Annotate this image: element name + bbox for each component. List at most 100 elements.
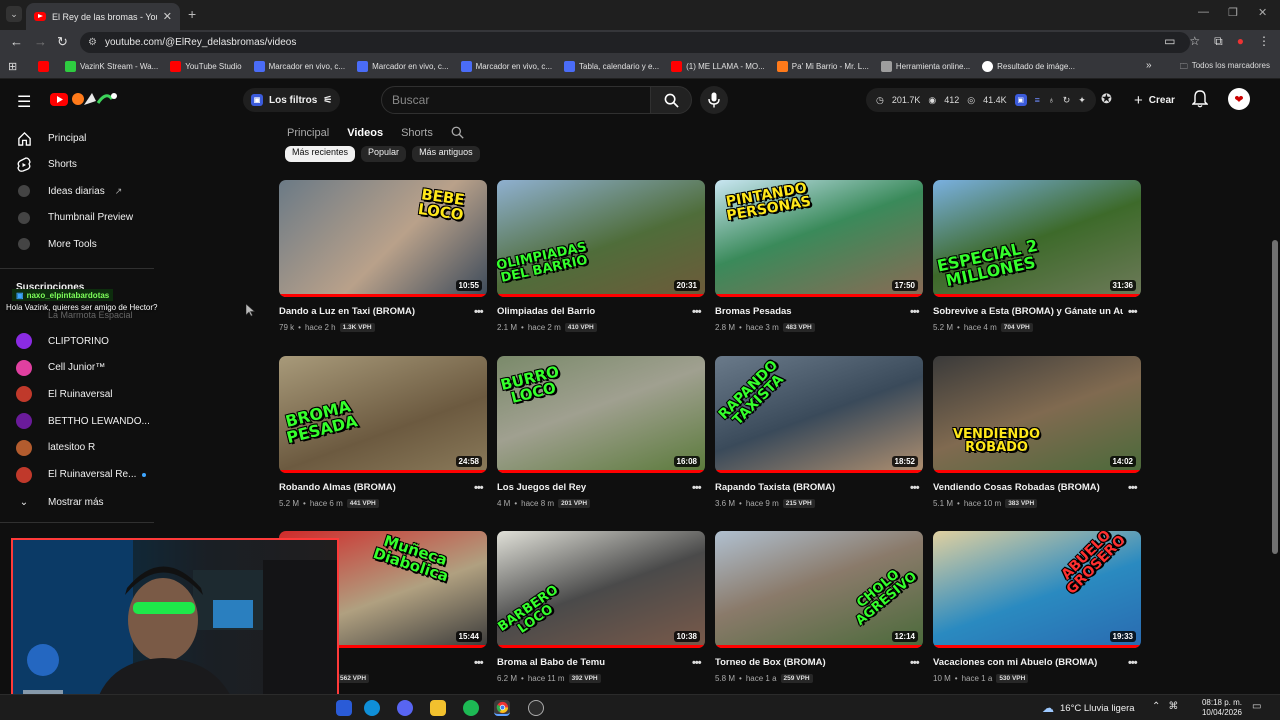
sidebar-item-thumbnail-preview[interactable]: Thumbnail Preview	[0, 205, 154, 231]
video-card[interactable]: VENDIENDO ROBADO 14:02 Vendiendo Cosas Rob…	[933, 355, 1141, 516]
video-options-icon[interactable]: •••	[1128, 482, 1138, 494]
bookmark-item[interactable]: Marcador en vivo, c...	[253, 60, 345, 72]
sidebar-item-ideas-diarias[interactable]: Ideas diarias ↗	[0, 178, 154, 204]
bookmark-item[interactable]: YouTube Studio	[170, 60, 242, 72]
studio-tool-icon[interactable]: ✪	[1101, 91, 1112, 107]
site-info-icon[interactable]: ⚙	[88, 37, 97, 48]
video-thumbnail[interactable]: RAPANDO TAXISTA 18:52	[715, 355, 923, 473]
bulb-icon[interactable]: ♁	[1048, 95, 1055, 105]
bookmark-item[interactable]: Marcador en vivo, c...	[460, 60, 552, 72]
sidebar-item-principal[interactable]: Principal	[0, 125, 154, 151]
tray-chevron-icon[interactable]: ⌃	[1152, 701, 1160, 712]
video-thumbnail[interactable]: ESPECIAL 2 MILLONES 31:36	[933, 180, 1141, 297]
video-title[interactable]: Vendiendo Cosas Robadas (BROMA)	[933, 482, 1123, 493]
video-options-icon[interactable]: •••	[910, 482, 920, 494]
refresh-icon[interactable]: ↻	[1063, 95, 1071, 106]
bookmark-item[interactable]	[38, 60, 53, 72]
address-bar[interactable]: ⚙ youtube.com/@ElRey_delasbromas/videos	[80, 32, 1190, 53]
video-options-icon[interactable]: •••	[474, 306, 484, 318]
video-thumbnail[interactable]: OLIMPIADAS DEL BARRIO 20:31	[497, 180, 705, 297]
network-icon[interactable]: ⌘	[1168, 701, 1178, 712]
spotify-icon[interactable]	[463, 700, 479, 716]
all-bookmarks-folder[interactable]: 🗀 Todos los marcadores	[1180, 61, 1270, 75]
tab-search-button[interactable]: ⌄	[6, 6, 22, 22]
new-tab-button[interactable]: +	[188, 6, 196, 22]
video-thumbnail[interactable]: PINTANDO PERSONAS 17:50	[715, 180, 923, 297]
video-title[interactable]: Olimpiadas del Barrio	[497, 306, 687, 317]
filters-button[interactable]: ▣ Los filtros ⚟	[243, 88, 341, 112]
weather-widget[interactable]: ☁ 16°C Lluvia ligera	[1042, 701, 1135, 715]
video-thumbnail[interactable]: CHOLO AGRESIVO 12:14	[715, 531, 923, 648]
bookmark-item[interactable]: VazinK Stream - Wa...	[65, 60, 158, 72]
video-title[interactable]: Sobrevive a Esta (BROMA) y Gánate un Aut…	[933, 306, 1123, 317]
video-thumbnail[interactable]: BURRO LOCO 16:08	[497, 355, 705, 473]
bookmark-item[interactable]: (1) ME LLAMA - MO...	[671, 60, 765, 72]
close-tab-icon[interactable]: ✕	[163, 10, 172, 23]
video-card[interactable]: BROMA PESADA 24:58 Robando Almas (BROMA) ••…	[279, 355, 487, 516]
channel-search-icon[interactable]	[451, 126, 464, 139]
notifications-bell-icon[interactable]	[1191, 90, 1209, 113]
video-card[interactable]: BARBERO LOCO 10:38 Broma al Babo de Temu ••…	[497, 531, 705, 691]
sidebar-channel-item[interactable]: El Ruinaversal	[0, 381, 154, 407]
chrome-taskbar-icon[interactable]	[494, 700, 510, 716]
video-options-icon[interactable]: •••	[1128, 657, 1138, 669]
tab-shorts[interactable]: Shorts	[401, 127, 433, 139]
video-title[interactable]: Torneo de Box (BROMA)	[715, 657, 905, 668]
bookmark-item[interactable]: Herramienta online...	[880, 60, 970, 72]
video-card[interactable]: BURRO LOCO 16:08 Los Juegos del Rey ••• 4 M •…	[497, 355, 705, 516]
video-thumbnail[interactable]: BEBE LOCO 10:55	[279, 180, 487, 297]
video-options-icon[interactable]: •••	[910, 657, 920, 669]
video-thumbnail[interactable]: BROMA PESADA 24:58	[279, 355, 487, 473]
bookmark-item[interactable]: Marcador en vivo, c...	[357, 60, 449, 72]
voice-search-button[interactable]	[700, 86, 728, 114]
tab-principal[interactable]: Principal	[287, 127, 329, 139]
sparkle-icon[interactable]: ✦	[1078, 95, 1086, 106]
video-thumbnail[interactable]: BARBERO LOCO 10:38	[497, 531, 705, 648]
obs-icon[interactable]	[528, 700, 544, 716]
search-input[interactable]: Buscar	[381, 86, 651, 114]
video-options-icon[interactable]: •••	[692, 306, 702, 318]
profile-icon[interactable]: ●	[1237, 34, 1244, 49]
bookmark-item[interactable]: Resultado de imáge...	[982, 60, 1075, 72]
channel-stats-widget[interactable]: ◷ 201.7K ◉ 412 ◎ 41.4K ▣ ≡ ♁ ↻ ✦	[866, 88, 1096, 112]
youtube-logo[interactable]	[50, 91, 118, 108]
video-card[interactable]: ABUELO GROSERO 19:33 Vacaciones con mi Abu…	[933, 531, 1141, 691]
close-window-icon[interactable]: ✕	[1258, 6, 1267, 19]
chip-oldest[interactable]: Más antiguos	[412, 146, 480, 162]
edge-browser-icon[interactable]	[364, 700, 380, 716]
video-thumbnail[interactable]: VENDIENDO ROBADO 14:02	[933, 355, 1141, 473]
extensions-icon[interactable]: ⧉	[1214, 34, 1223, 49]
tab-videos[interactable]: Videos	[347, 127, 383, 139]
list-icon[interactable]: ≡	[1035, 95, 1040, 105]
file-explorer-icon[interactable]	[430, 700, 446, 716]
discord-icon[interactable]	[397, 700, 413, 716]
video-card[interactable]: RAPANDO TAXISTA 18:52 Rapando Taxista (BRO…	[715, 355, 923, 516]
video-title[interactable]: Broma al Babo de Temu	[497, 657, 687, 668]
browser-tab-active[interactable]: El Rey de las bromas - YouTube ✕	[26, 3, 180, 30]
video-card[interactable]: CHOLO AGRESIVO 12:14 Torneo de Box (BROMA)…	[715, 531, 923, 691]
bookmark-item[interactable]: Pa' Mi Barrio - Mr. L...	[776, 60, 869, 72]
sidebar-channel-item[interactable]: Cell Junior™	[0, 355, 154, 381]
sidebar-channel-item[interactable]: CLIPTORINO	[0, 328, 154, 354]
video-options-icon[interactable]: •••	[474, 482, 484, 494]
video-title[interactable]: Robando Almas (BROMA)	[279, 482, 469, 493]
account-avatar[interactable]: ❤	[1228, 88, 1250, 110]
video-card[interactable]: OLIMPIADAS DEL BARRIO 20:31 Olimpiadas del…	[497, 180, 705, 340]
video-options-icon[interactable]: •••	[692, 657, 702, 669]
video-card[interactable]: ESPECIAL 2 MILLONES 31:36 Sobrevive a Esta…	[933, 180, 1141, 340]
minimize-icon[interactable]: —	[1198, 6, 1209, 18]
bookmark-item[interactable]: Tabla, calendario y e...	[564, 60, 659, 72]
sidebar-channel-item[interactable]: BETTHO LEWANDO...	[0, 408, 154, 434]
video-title[interactable]: Bromas Pesadas	[715, 306, 905, 317]
video-options-icon[interactable]: •••	[474, 657, 484, 669]
install-app-icon[interactable]: ▭	[1164, 34, 1175, 49]
video-options-icon[interactable]: •••	[910, 306, 920, 318]
chrome-menu-icon[interactable]: ⋮	[1258, 34, 1270, 49]
video-options-icon[interactable]: •••	[1128, 306, 1138, 318]
restore-icon[interactable]: ❐	[1228, 6, 1238, 19]
chip-popular[interactable]: Popular	[361, 146, 407, 162]
search-button[interactable]	[650, 86, 692, 114]
video-title[interactable]: Los Juegos del Rey	[497, 482, 687, 493]
forward-icon[interactable]: →	[34, 34, 47, 49]
video-card[interactable]: BEBE LOCO 10:55 Dando a Luz en Taxi (BROMA…	[279, 180, 487, 340]
